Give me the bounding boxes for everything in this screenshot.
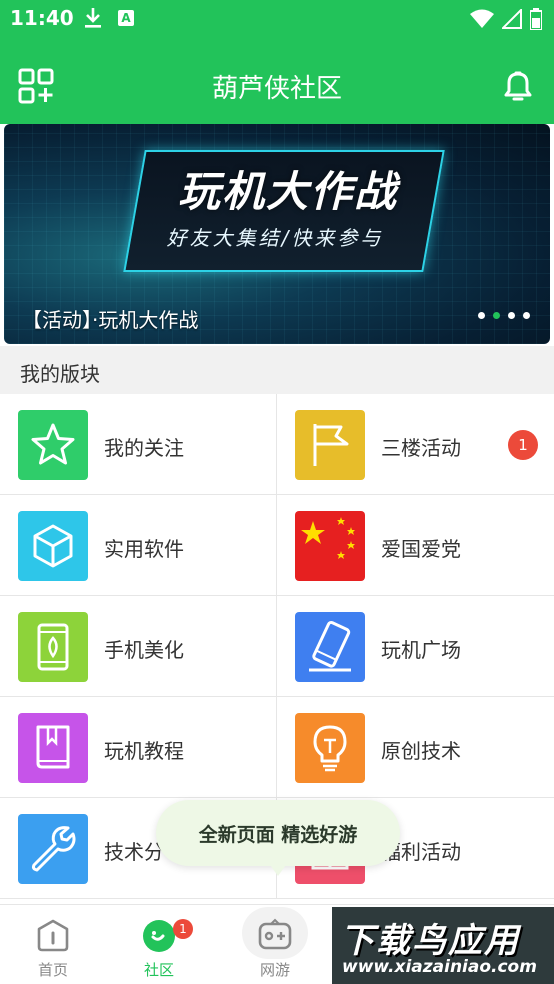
banner-pagination	[478, 312, 530, 319]
board-label: 实用软件	[104, 537, 184, 561]
board-label: 玩机教程	[104, 739, 184, 763]
page-title: 葫芦侠社区	[211, 74, 342, 104]
board-item-following[interactable]: 我的关注	[0, 394, 277, 495]
nav-badge: 1	[173, 919, 193, 939]
watermark-title: 下载鸟应用	[340, 921, 520, 961]
cube-icon	[33, 524, 73, 568]
board-label: 手机美化	[104, 638, 184, 662]
board-item-plaza[interactable]: 玩机广场	[277, 596, 554, 697]
wifi-icon	[470, 9, 494, 28]
nav-community[interactable]: 1 社区	[106, 905, 212, 984]
flag-icon	[313, 424, 349, 466]
banner-title: 玩机大作战	[177, 167, 398, 216]
toast-text: 全新页面 精选好游	[198, 824, 358, 846]
home-icon	[37, 919, 69, 952]
board-icon-tile	[295, 511, 365, 581]
signal-icon	[502, 9, 522, 29]
china-flag-icon	[301, 517, 355, 559]
nav-home[interactable]: 首页	[0, 905, 106, 984]
gamepad-icon	[258, 918, 292, 950]
section-header: 我的版块	[0, 346, 554, 394]
promo-banner[interactable]: 玩机大作战 好友大集结/快来参与 【活动】·玩机大作战	[4, 124, 550, 344]
banner-caption: 【活动】·玩机大作战	[22, 308, 199, 332]
pagination-dot[interactable]	[508, 312, 515, 319]
star-icon	[31, 423, 75, 465]
nav-label: 网游	[259, 961, 290, 979]
status-time: 11:40	[10, 6, 74, 30]
board-icon-tile	[295, 713, 365, 783]
pagination-dot[interactable]	[523, 312, 530, 319]
status-bar: 11:40 A	[0, 0, 554, 40]
board-icon-tile	[18, 612, 88, 682]
banner-subtitle: 好友大集结/快来参与	[166, 226, 384, 250]
board-item-patriotic[interactable]: 爱国爱党	[277, 495, 554, 596]
board-icon-tile	[18, 814, 88, 884]
bulb-icon	[313, 725, 347, 772]
board-label: 玩机广场	[381, 638, 461, 662]
phone-tilt-icon	[309, 620, 351, 672]
unread-badge: 1	[508, 430, 538, 460]
battery-icon	[530, 8, 542, 30]
watermark-logo: 下载鸟应用 www.xiazainiao.com	[332, 907, 554, 984]
section-title: 我的版块	[20, 362, 100, 386]
phone-leaf-icon	[37, 623, 69, 671]
pagination-dot[interactable]	[478, 312, 485, 319]
board-label: 三楼活动	[381, 436, 461, 460]
board-label: 原创技术	[381, 739, 461, 763]
download-icon	[85, 8, 101, 28]
bell-icon[interactable]	[500, 68, 536, 104]
wrench-icon	[31, 826, 76, 872]
nav-label: 社区	[143, 961, 174, 979]
board-label: 技术分	[104, 840, 164, 864]
status-indicators	[470, 8, 542, 30]
board-icon-tile	[18, 713, 88, 783]
board-item-beautify[interactable]: 手机美化	[0, 596, 277, 697]
watermark-url: www.xiazainiao.com	[342, 957, 537, 977]
board-icon-tile	[295, 410, 365, 480]
app-header: 葫芦侠社区	[0, 40, 554, 124]
promo-toast[interactable]: 全新页面 精选好游	[156, 800, 400, 876]
toast-tail	[268, 862, 288, 876]
board-label: 我的关注	[104, 436, 184, 460]
board-item-third-floor[interactable]: 三楼活动 1	[277, 394, 554, 495]
board-icon-tile	[18, 410, 88, 480]
community-icon	[143, 920, 175, 952]
nav-online-games[interactable]: 网游	[222, 905, 328, 984]
book-icon	[36, 725, 70, 769]
board-item-original-tech[interactable]: 原创技术	[277, 697, 554, 798]
pagination-dot[interactable]	[493, 312, 500, 319]
app-notification-icon: A	[118, 10, 134, 26]
board-label: 爱国爱党	[381, 537, 461, 561]
nav-label: 首页	[37, 961, 68, 979]
board-item-tutorial[interactable]: 玩机教程	[0, 697, 277, 798]
board-icon-tile	[295, 612, 365, 682]
board-item-software[interactable]: 实用软件	[0, 495, 277, 596]
board-icon-tile	[18, 511, 88, 581]
